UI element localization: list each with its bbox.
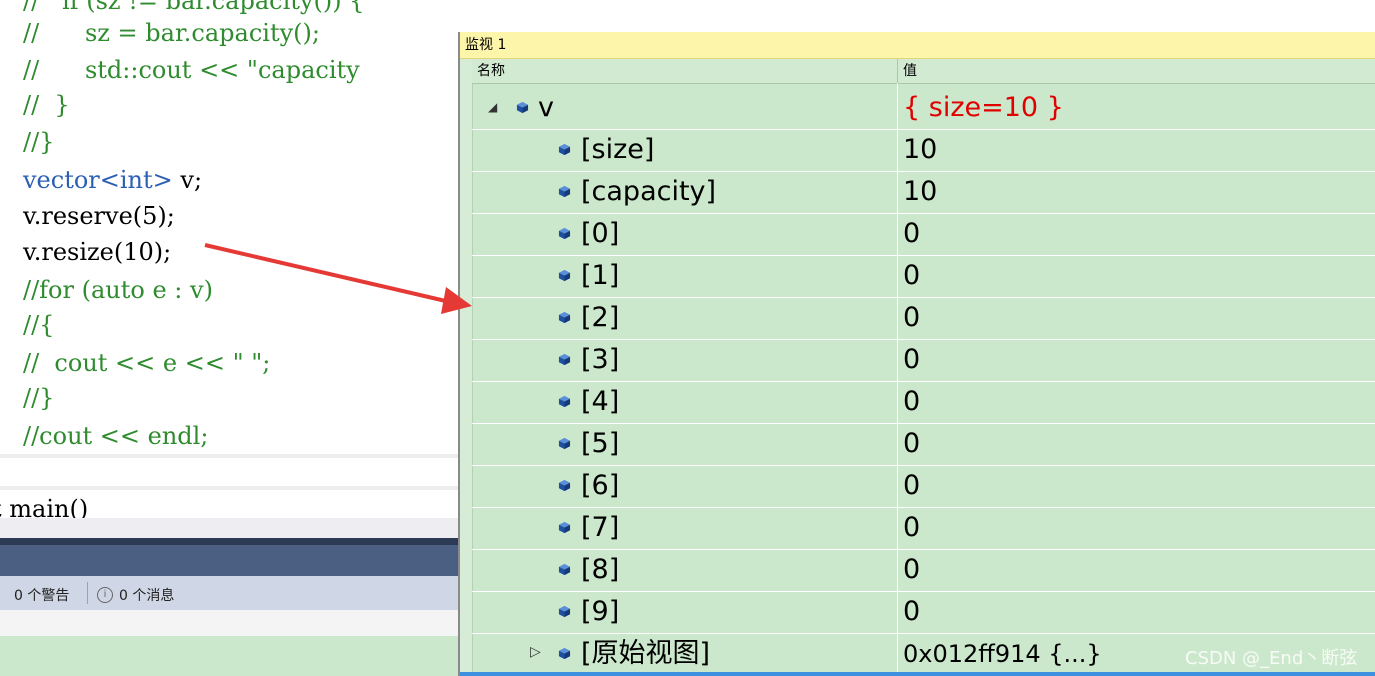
watch-row-name: [3] (581, 344, 620, 375)
watch-row-name: [capacity] (581, 176, 717, 207)
blue-cube-icon (558, 437, 571, 450)
watch-row-name: [8] (581, 554, 620, 585)
watch-row-name: [9] (581, 596, 620, 627)
column-header-name[interactable]: 名称 (477, 59, 505, 83)
watch-row-element[interactable]: [1] 0 (472, 255, 1375, 298)
watch-row-value: { size=10 } (903, 92, 1064, 123)
code-line: // if (sz != bar.capacity()) { (23, 0, 365, 15)
info-icon: i (97, 587, 113, 603)
blue-cube-icon (558, 521, 571, 534)
watch-row-element[interactable]: [3] 0 (472, 339, 1375, 382)
watch-row-name: v (538, 92, 554, 123)
code-line: // cout << e << " "; (23, 349, 271, 377)
watch-row-element[interactable]: [5] 0 (472, 423, 1375, 466)
watch-row-element[interactable]: [2] 0 (472, 297, 1375, 340)
watch-row-value: 0 (903, 218, 921, 249)
watch-row-name: [5] (581, 428, 620, 459)
code-line: //{ (23, 311, 55, 339)
watch-row-value: 0 (903, 512, 921, 543)
code-line: //cout << endl; (23, 422, 209, 450)
keyword-vector: vector<int> (23, 166, 173, 194)
watch-row-name: [0] (581, 218, 620, 249)
error-list-toolbar: 0 个警告 i 0 个消息 (0, 576, 460, 610)
watch-row-value: 0 (903, 260, 921, 291)
watch-row-element[interactable]: [7] 0 (472, 507, 1375, 550)
watch-row-element[interactable]: [9] 0 (472, 591, 1375, 634)
code-text: v; (172, 166, 203, 194)
watch-row-element[interactable]: [0] 0 (472, 213, 1375, 256)
watch-row-size[interactable]: [size] 10 (472, 129, 1375, 172)
blue-cube-icon (558, 143, 571, 156)
watch-row-value: 0 (903, 344, 921, 375)
blue-cube-icon (558, 227, 571, 240)
warnings-filter[interactable]: 0 个警告 (14, 585, 69, 605)
watch-window-title: 监视 1 (465, 37, 507, 53)
blue-cube-icon (558, 563, 571, 576)
watch-row-name: [原始视图] (581, 638, 711, 669)
watch-row-element[interactable]: [4] 0 (472, 381, 1375, 424)
watch-window-titlebar[interactable]: 监视 1 (460, 32, 1375, 59)
code-line: // sz = bar.capacity(); (23, 19, 320, 47)
blue-cube-icon (558, 353, 571, 366)
editor-divider (0, 454, 460, 458)
blue-cube-icon (558, 395, 571, 408)
blue-cube-icon (558, 311, 571, 324)
watch-row-name: [4] (581, 386, 620, 417)
watch-row-element[interactable]: [8] 0 (472, 549, 1375, 592)
column-header-value[interactable]: 值 (903, 59, 917, 83)
messages-count: 0 个消息 (119, 588, 175, 604)
watch-bottom-border (460, 672, 1375, 676)
panel-background (0, 636, 460, 676)
blue-cube-icon (558, 185, 571, 198)
watch-row-value: 0x012ff914 {...} (903, 640, 1102, 668)
watch-row-v[interactable]: ◢ v { size=10 } (472, 87, 1375, 130)
watch-row-capacity[interactable]: [capacity] 10 (472, 171, 1375, 214)
code-line: //} (23, 384, 55, 412)
watch-row-name: [7] (581, 512, 620, 543)
code-line: v.reserve(5); (23, 202, 175, 230)
column-resize-handle[interactable] (897, 59, 898, 83)
code-editor[interactable]: // if (sz != bar.capacity()) { // sz = b… (0, 0, 460, 523)
watch-window[interactable]: 监视 1 名称 值 ◢ v { size=10 } [size] 10 [cap… (458, 32, 1375, 676)
watch-row-value: 0 (903, 596, 921, 627)
triangle-collapsed-icon[interactable]: ▷ (530, 644, 541, 660)
watch-column-header: 名称 值 (472, 59, 1375, 84)
watch-row-name: [2] (581, 302, 620, 333)
watch-row-name: [1] (581, 260, 620, 291)
watch-row-name: [size] (581, 134, 655, 165)
watch-row-element[interactable]: [6] 0 (472, 465, 1375, 508)
code-line: v.resize(10); (23, 238, 172, 266)
watch-row-value: 0 (903, 554, 921, 585)
watch-row-value: 10 (903, 134, 938, 165)
code-line: // std::cout << "capacity (23, 56, 360, 84)
watch-row-value: 0 (903, 470, 921, 501)
watermark-text: CSDN @_End丶断弦 (1185, 648, 1358, 669)
code-line: //} (23, 128, 55, 156)
code-line: //for (auto e : v) (23, 276, 213, 304)
watch-row-value: 10 (903, 176, 938, 207)
blue-cube-icon (516, 101, 529, 114)
panel-titlebar-strip (0, 538, 460, 545)
watch-row-value: 0 (903, 428, 921, 459)
error-list-body (0, 610, 460, 636)
watch-row-name: [6] (581, 470, 620, 501)
blue-cube-icon (558, 269, 571, 282)
blue-cube-icon (558, 479, 571, 492)
toolbar-separator (87, 582, 88, 604)
watch-row-value: 0 (903, 302, 921, 333)
watch-row-value: 0 (903, 386, 921, 417)
messages-filter[interactable]: i 0 个消息 (97, 585, 174, 605)
warnings-count: 0 个警告 (14, 588, 70, 604)
blue-cube-icon (558, 605, 571, 618)
editor-divider (0, 486, 460, 490)
code-line-vector-decl: vector<int> v; (23, 165, 202, 195)
triangle-expanded-icon[interactable]: ◢ (488, 100, 497, 114)
panel-titlebar (0, 538, 460, 576)
code-line: // } (23, 91, 70, 119)
editor-scroll-area[interactable] (0, 518, 460, 538)
blue-cube-icon (558, 647, 571, 660)
